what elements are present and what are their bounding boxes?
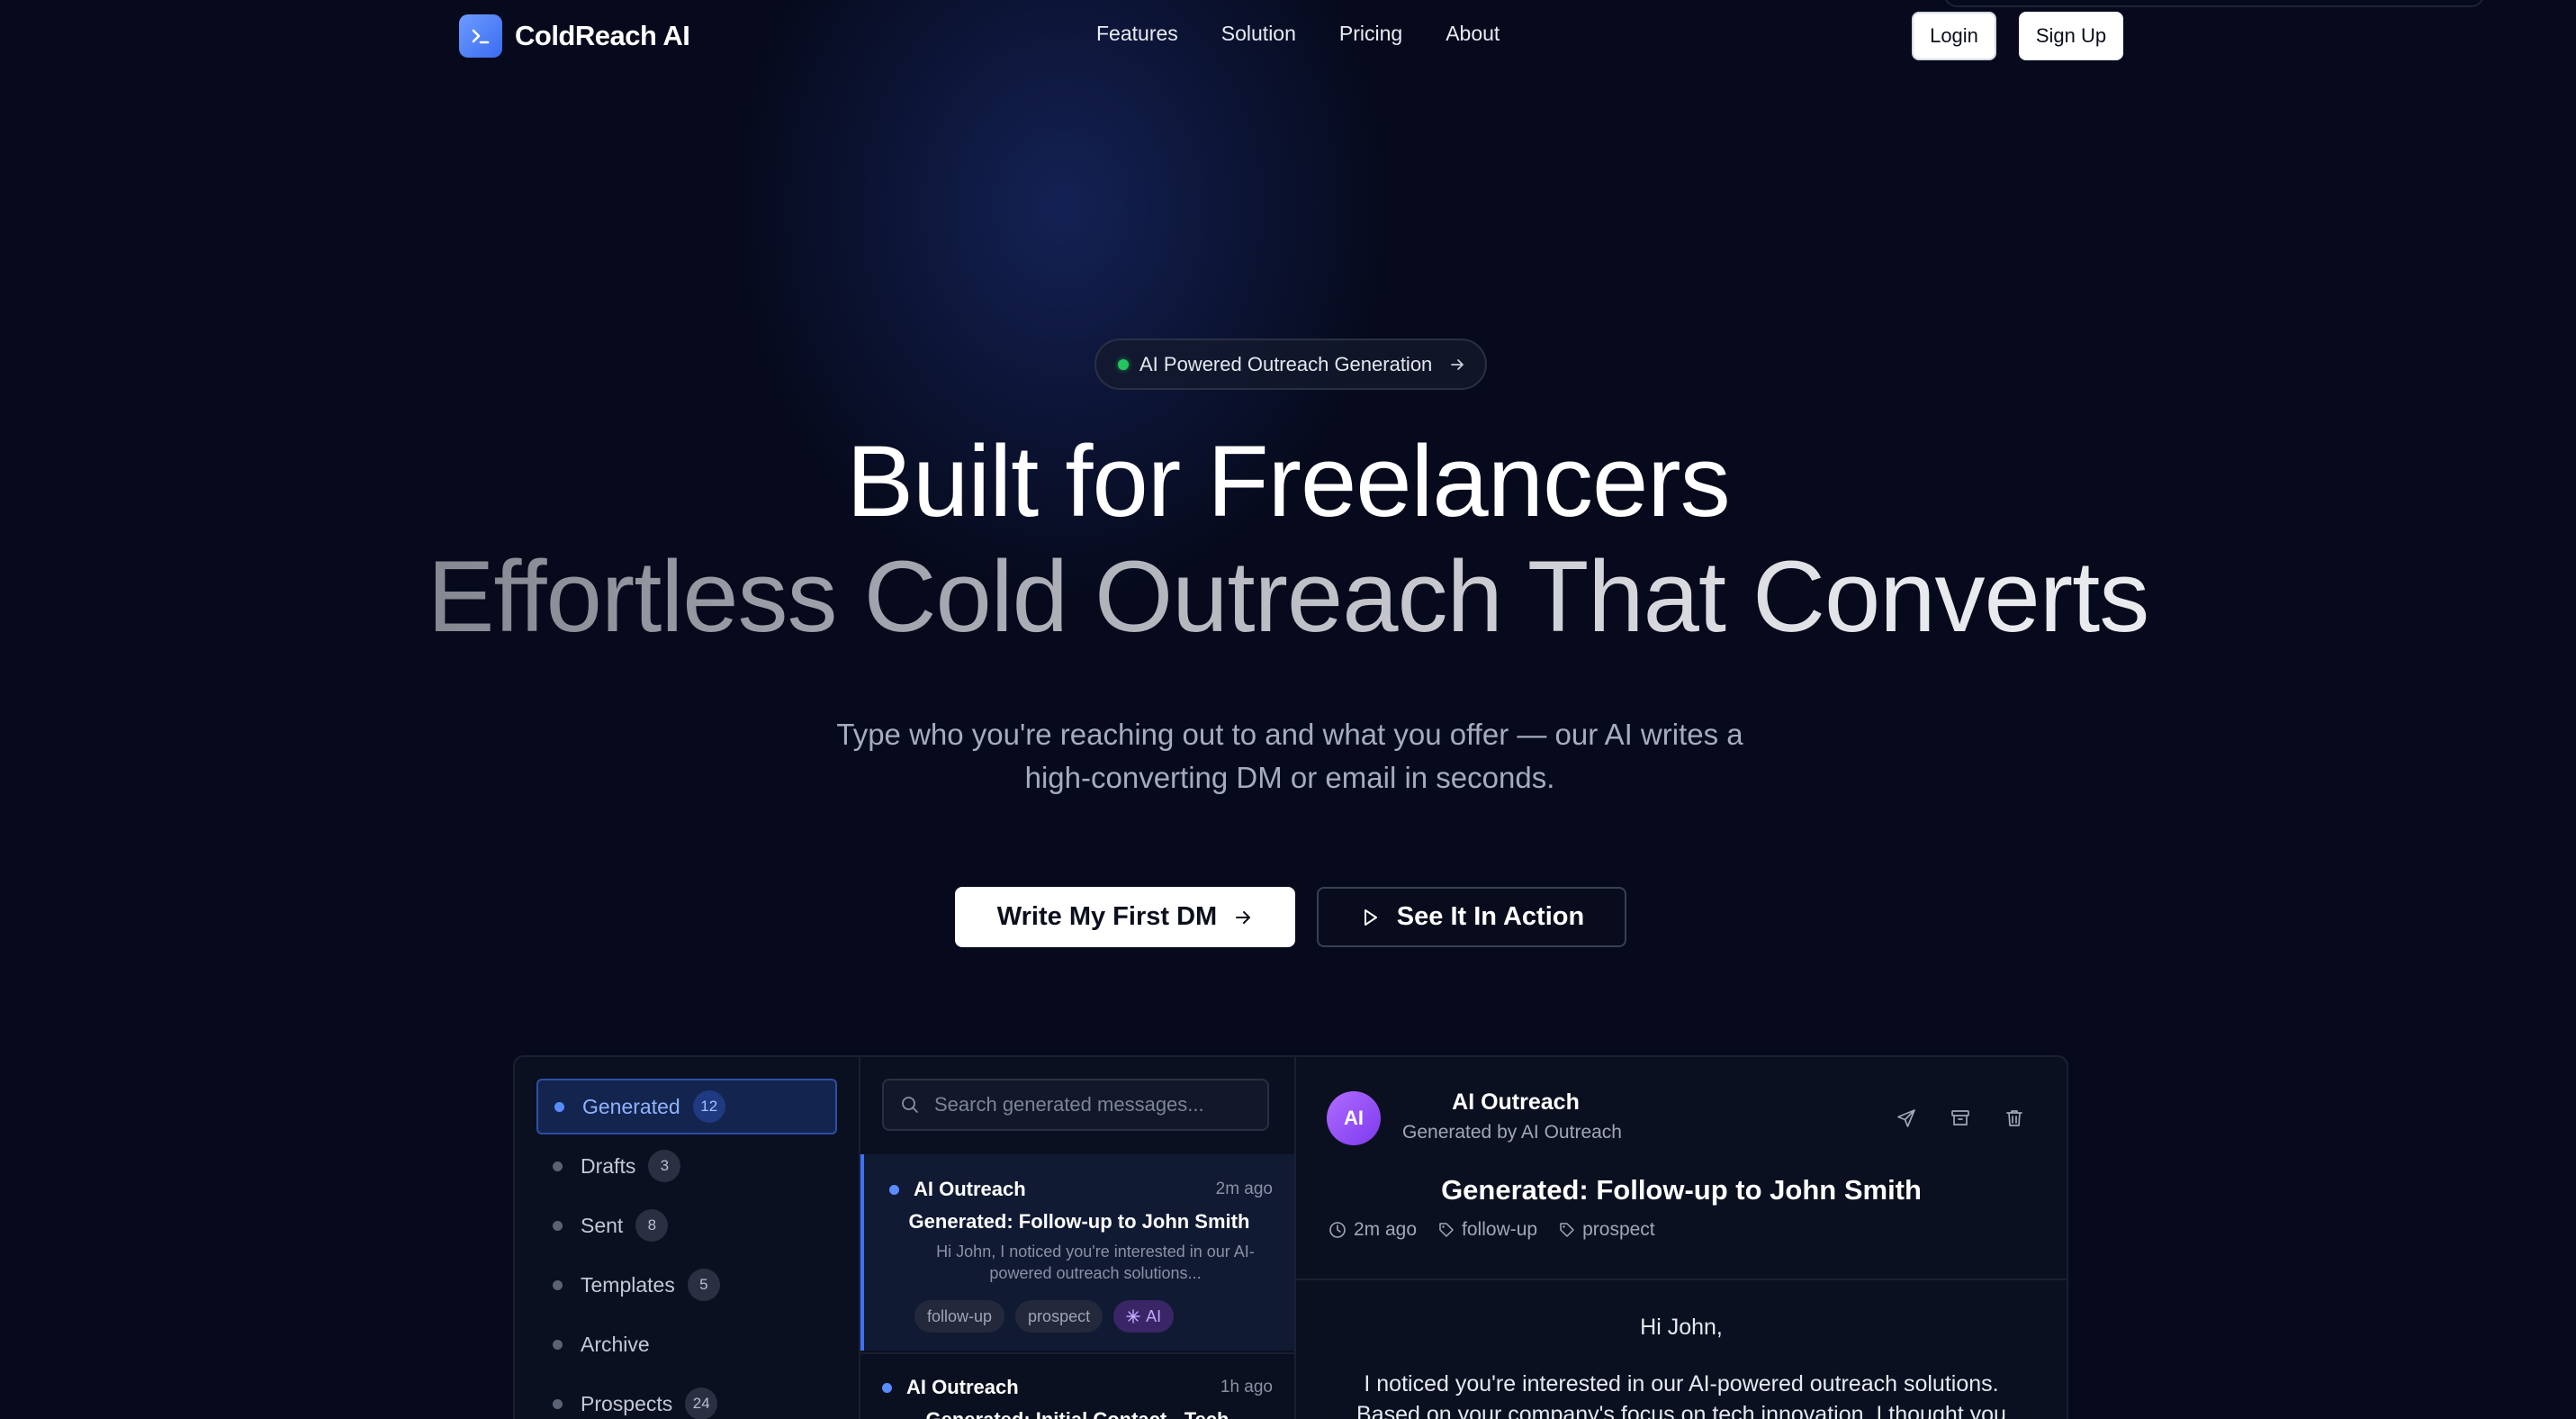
count-badge: 3 (648, 1150, 681, 1182)
brand-logo[interactable]: ColdReach AI (459, 14, 690, 58)
count-badge: 8 (635, 1209, 669, 1242)
divider (1296, 1279, 2067, 1280)
avatar: AI (1327, 1091, 1381, 1145)
landing-page: ColdReach AI Features Solution Pricing A… (0, 0, 2576, 1419)
badge-text: AI Powered Outreach Generation (1139, 352, 1433, 375)
message-time: 1h ago (1220, 1378, 1273, 1396)
detail-time: 2m ago (1329, 1219, 1417, 1241)
detail-tag: prospect (1559, 1219, 1655, 1241)
message-subject: Generated: Follow-up to John Smith (908, 1210, 1250, 1233)
login-button[interactable]: Login (1912, 12, 1996, 60)
tag-prospect: prospect (1015, 1300, 1103, 1333)
sidebar-item-label: Archive (581, 1332, 650, 1356)
sidebar-item-prospects[interactable]: Prospects 24 (536, 1376, 837, 1419)
search-box[interactable] (882, 1079, 1269, 1131)
message-subject: Generated: Initial Contact - Tech (860, 1408, 1294, 1419)
tag-ai: AI (1113, 1300, 1175, 1333)
email-body: I noticed you're interested in our AI-po… (1356, 1371, 2006, 1419)
detail-actions (1896, 1107, 2025, 1129)
message-header: AI Outreach 2m ago (889, 1178, 1273, 1201)
status-dot-icon (1118, 358, 1129, 370)
unread-dot-icon (889, 1184, 899, 1195)
clock-icon (1329, 1221, 1347, 1239)
nav-link-features[interactable]: Features (1096, 22, 1178, 46)
unread-dot-icon (882, 1382, 892, 1393)
tag-icon (1438, 1222, 1455, 1238)
tag-follow-up: follow-up (914, 1300, 1005, 1333)
detail-tag: follow-up (1438, 1219, 1537, 1241)
message-item-selected[interactable]: AI Outreach 2m ago Generated: Follow-up … (860, 1154, 1294, 1351)
folder-dot-icon (553, 1339, 563, 1350)
detail-tag-text: follow-up (1462, 1219, 1538, 1240)
sidebar-item-label: Generated (582, 1094, 680, 1118)
nav-link-pricing[interactable]: Pricing (1339, 22, 1402, 46)
sidebar-item-label: Drafts (581, 1153, 636, 1178)
folder-sidebar: Generated 12 Drafts 3 Sent 8 Templates 5… (515, 1057, 860, 1419)
hero-subtitle: Effortless Cold Outreach That Converts (0, 538, 2576, 655)
primary-cta-label: Write My First DM (996, 902, 1218, 931)
sidebar-item-sent[interactable]: Sent 8 (536, 1198, 837, 1253)
folder-dot-icon (554, 1101, 564, 1112)
message-time: 2m ago (1215, 1179, 1273, 1198)
message-header: AI Outreach 1h ago (882, 1376, 1273, 1399)
sparkle-icon (1126, 1309, 1140, 1324)
count-badge: 24 (685, 1387, 718, 1419)
detail-time-text: 2m ago (1354, 1219, 1418, 1240)
message-sender: AI Outreach (914, 1178, 1026, 1200)
see-it-in-action-button[interactable]: See It In Action (1317, 887, 1626, 947)
tag-ai-label: AI (1146, 1306, 1162, 1325)
signup-button[interactable]: Sign Up (2019, 12, 2123, 60)
search-input[interactable] (934, 1093, 1258, 1116)
folder-dot-icon (553, 1398, 563, 1409)
secondary-cta-label: See It In Action (1396, 902, 1585, 931)
detail-sender: AI Outreach (1452, 1089, 1580, 1115)
brand-name: ColdReach AI (515, 20, 690, 51)
sidebar-item-templates[interactable]: Templates 5 (536, 1257, 837, 1313)
sidebar-item-generated[interactable]: Generated 12 (536, 1079, 837, 1134)
sidebar-item-label: Sent (581, 1213, 624, 1237)
message-tags: follow-up prospect AI (914, 1300, 1175, 1333)
archive-icon[interactable] (1950, 1107, 1971, 1129)
send-icon[interactable] (1896, 1107, 1917, 1129)
message-item[interactable]: AI Outreach 1h ago Generated: Initial Co… (860, 1352, 1294, 1419)
message-detail: AI AI Outreach Generated by AI Outreach … (1296, 1057, 2067, 1419)
detail-generated-by: Generated by AI Outreach (1402, 1122, 1622, 1143)
tag-icon (1559, 1222, 1575, 1238)
message-list: AI Outreach 2m ago Generated: Follow-up … (860, 1057, 1296, 1419)
terminal-prompt-icon (459, 14, 502, 58)
top-overlay-edge (1944, 0, 2484, 7)
main-nav: Features Solution Pricing About (1096, 22, 1500, 46)
arrow-right-icon (1233, 908, 1253, 927)
email-greeting: Hi John, (1640, 1315, 1723, 1340)
hero-description: Type who you're reaching out to and what… (836, 718, 1743, 794)
sidebar-item-label: Prospects (581, 1391, 673, 1415)
sidebar-item-label: Templates (581, 1272, 675, 1297)
write-first-dm-button[interactable]: Write My First DM (955, 887, 1295, 947)
count-badge: 5 (687, 1269, 720, 1301)
folder-dot-icon (553, 1279, 563, 1290)
arrow-right-icon (1448, 356, 1466, 374)
app-preview: Generated 12 Drafts 3 Sent 8 Templates 5… (513, 1055, 2068, 1419)
detail-tag-text: prospect (1582, 1219, 1655, 1240)
nav-link-about[interactable]: About (1446, 22, 1500, 46)
sidebar-item-drafts[interactable]: Drafts 3 (536, 1138, 837, 1194)
announcement-badge[interactable]: AI Powered Outreach Generation (1094, 339, 1487, 390)
search-icon (900, 1095, 920, 1115)
detail-subject: Generated: Follow-up to John Smith (1441, 1174, 1922, 1206)
folder-dot-icon (553, 1220, 563, 1231)
detail-meta: 2m ago follow-up prospect (1329, 1219, 1655, 1241)
nav-link-solution[interactable]: Solution (1221, 22, 1296, 46)
sidebar-item-archive[interactable]: Archive (536, 1316, 837, 1372)
folder-dot-icon (553, 1161, 563, 1171)
trash-icon[interactable] (2004, 1107, 2025, 1129)
count-badge: 12 (692, 1090, 725, 1123)
message-preview: Hi John, I noticed you're interested in … (936, 1243, 1255, 1282)
message-sender: AI Outreach (906, 1376, 1019, 1398)
hero-title: Built for Freelancers (846, 425, 1730, 538)
play-icon (1359, 907, 1381, 928)
